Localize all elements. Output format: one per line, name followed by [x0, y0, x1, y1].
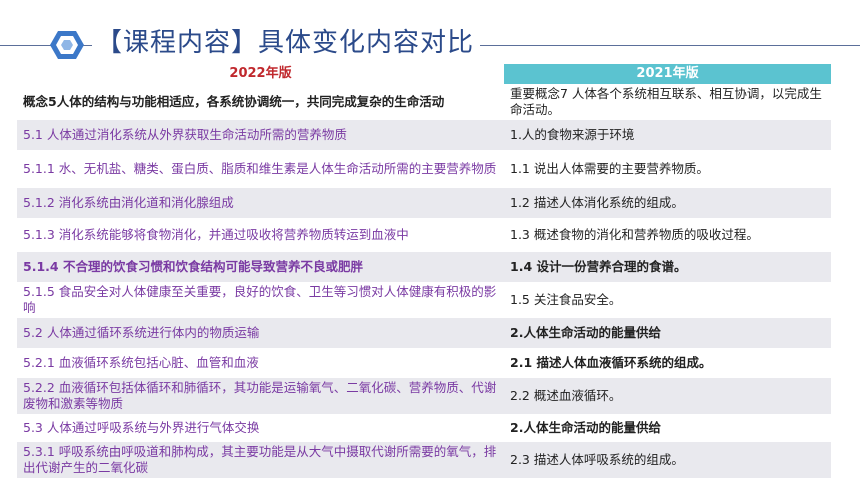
page-title: 【课程内容】具体变化内容对比	[92, 24, 481, 62]
table-row: 5.1.5 食品安全对人体健康至关重要，良好的饮食、卫生等习惯对人体健康有积极的…	[17, 282, 831, 318]
hexagon-logo-icon	[50, 31, 84, 59]
row-right-cell: 2.人体生命活动的能量供给	[510, 420, 661, 435]
row-right-cell: 1.2 描述人体消化系统的组成。	[504, 188, 831, 218]
table-row: 5.1.2 消化系统由消化道和消化腺组成 1.2 描述人体消化系统的组成。	[17, 188, 831, 218]
row-right-cell: 1.人的食物来源于环境	[504, 120, 831, 150]
comparison-table: 2022年版 2021年版 概念5人体的结构与功能相适应，各系统协调统一，共同完…	[17, 64, 831, 478]
column-header-2022: 2022年版	[17, 64, 504, 84]
table-row: 5.2 人体通过循环系统进行体内的物质运输 2.人体生命活动的能量供给	[17, 318, 831, 348]
row-right-cell: 1.3 概述食物的消化和营养物质的吸收过程。	[510, 227, 759, 242]
row-left-cell: 5.1.2 消化系统由消化道和消化腺组成	[17, 188, 504, 218]
table-row: 5.2.1 血液循环系统包括心脏、血管和血液 2.1 描述人体血液循环系统的组成…	[17, 348, 831, 378]
column-header-2021: 2021年版	[504, 64, 831, 84]
row-left-cell: 5.2 人体通过循环系统进行体内的物质运输	[17, 318, 504, 348]
row-right-cell: 1.1 说出人体需要的主要营养物质。	[510, 161, 709, 176]
table-row: 5.2.2 血液循环包括体循环和肺循环，其功能是运输氧气、二氧化碳、营养物质、代…	[17, 378, 831, 414]
table-row: 5.1.3 消化系统能够将食物消化，并通过吸收将营养物质转运到血液中 1.3 概…	[17, 218, 831, 252]
table-row: 5.3.1 呼吸系统由呼吸道和肺构成，其主要功能是从大气中摄取代谢所需要的氧气，…	[17, 442, 831, 478]
row-right-cell: 2.2 概述血液循环。	[504, 378, 831, 414]
row-right-cell: 2.3 描述人体呼吸系统的组成。	[504, 442, 831, 478]
row-right-cell: 2.人体生命活动的能量供给	[504, 318, 831, 348]
table-row: 5.1 人体通过消化系统从外界获取生命活动所需的营养物质 1.人的食物来源于环境	[17, 120, 831, 150]
row-left-cell: 5.1 人体通过消化系统从外界获取生命活动所需的营养物质	[17, 120, 504, 150]
row-left-cell: 5.3.1 呼吸系统由呼吸道和肺构成，其主要功能是从大气中摄取代谢所需要的氧气，…	[17, 442, 504, 478]
row-left-cell: 5.1.4 不合理的饮食习惯和饮食结构可能导致营养不良或肥胖	[17, 252, 504, 282]
row-right-cell: 2.1 描述人体血液循环系统的组成。	[510, 355, 712, 370]
row-left-cell: 5.2.1 血液循环系统包括心脏、血管和血液	[23, 355, 259, 370]
row-left-cell: 5.3 人体通过呼吸系统与外界进行气体交换	[23, 420, 260, 435]
row-right-cell: 1.4 设计一份营养合理的食谱。	[504, 252, 831, 282]
table-row: 5.1.1 水、无机盐、糖类、蛋白质、脂质和维生素是人体生命活动所需的主要营养物…	[17, 150, 831, 188]
row-right-cell: 重要概念7 人体各个系统相互联系、相互协调，以完成生命活动。	[510, 86, 822, 117]
table-row: 概念5人体的结构与功能相适应，各系统协调统一，共同完成复杂的生命活动 重要概念7…	[17, 84, 831, 120]
row-left-cell: 5.1.5 食品安全对人体健康至关重要，良好的饮食、卫生等习惯对人体健康有积极的…	[23, 284, 497, 315]
row-right-cell: 1.5 关注食品安全。	[510, 292, 622, 307]
row-left-cell: 5.2.2 血液循环包括体循环和肺循环，其功能是运输氧气、二氧化碳、营养物质、代…	[17, 378, 504, 414]
row-left-cell: 5.1.1 水、无机盐、糖类、蛋白质、脂质和维生素是人体生命活动所需的主要营养物…	[23, 161, 497, 176]
table-header-row: 2022年版 2021年版	[17, 64, 831, 84]
row-left-cell: 5.1.3 消化系统能够将食物消化，并通过吸收将营养物质转运到血液中	[23, 227, 409, 242]
row-left-cell: 概念5人体的结构与功能相适应，各系统协调统一，共同完成复杂的生命活动	[23, 94, 445, 109]
table-row: 5.3 人体通过呼吸系统与外界进行气体交换 2.人体生命活动的能量供给	[17, 414, 831, 442]
table-row: 5.1.4 不合理的饮食习惯和饮食结构可能导致营养不良或肥胖 1.4 设计一份营…	[17, 252, 831, 282]
